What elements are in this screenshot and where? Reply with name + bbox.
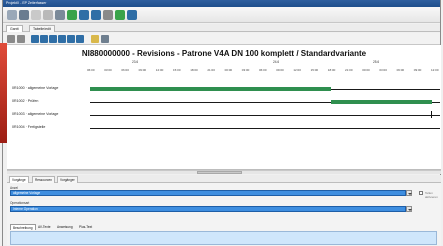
- open-icon[interactable]: [19, 10, 29, 20]
- row-label: 0R1004 · Fertigstelle: [12, 125, 46, 129]
- chevron-down-icon[interactable]: [406, 190, 412, 196]
- field1-select[interactable]: allgemeine Vorlage: [10, 190, 412, 196]
- last-icon[interactable]: [76, 35, 84, 43]
- prev-small-icon[interactable]: [49, 35, 57, 43]
- back-icon[interactable]: [79, 10, 89, 20]
- time-tick: 03:00: [104, 68, 112, 72]
- tab-tabelle[interactable]: Tabelle/edit: [29, 25, 55, 32]
- time-tick: 12:00: [293, 68, 301, 72]
- time-tick: 09:00: [413, 68, 422, 72]
- time-tick: 21:00: [207, 68, 215, 72]
- time-tick: 06:00: [396, 68, 405, 72]
- row-label: 0R1002 · Prüfen: [12, 99, 39, 103]
- time-tick: 15:00: [173, 68, 181, 72]
- tab-vorgaenger[interactable]: Vorgänger: [57, 176, 78, 183]
- field2-select[interactable]: Interne Operation: [10, 206, 412, 212]
- title-bar: ProjektX - EP Zeiterfasser: [3, 0, 440, 7]
- detail-tabs: Vorgänge Ressourcen Vorgänger: [7, 175, 441, 183]
- tab-beschreibung[interactable]: Beschreibung: [10, 224, 36, 230]
- text-tabs: Beschreibung AV-Texte Anweisung Plus-Tex…: [10, 224, 437, 231]
- ok-icon[interactable]: [115, 10, 125, 20]
- save-icon[interactable]: [31, 10, 41, 20]
- scroll-thumb[interactable]: [197, 171, 242, 174]
- new-icon[interactable]: [7, 10, 17, 20]
- tab-vorgaenge[interactable]: Vorgänge: [9, 176, 29, 183]
- next-icon[interactable]: [127, 10, 137, 20]
- tab-gantt[interactable]: Gantt: [6, 25, 23, 32]
- zoom-in-icon[interactable]: [17, 35, 25, 43]
- chart-title: NI880000000 - Revisions - Patrone V4A DN…: [81, 49, 367, 58]
- time-tick: 09:00: [276, 68, 284, 72]
- date-label: 24.6: [273, 60, 280, 64]
- gantt-bar[interactable]: [331, 100, 432, 104]
- time-tick: 00:00: [362, 68, 370, 72]
- row-label: 0R1000 · allgemeine Vorlage: [12, 86, 59, 90]
- side-accent: [0, 43, 7, 143]
- chevron-down-icon[interactable]: [406, 206, 412, 212]
- zoom-out-icon[interactable]: [7, 35, 15, 43]
- settings-icon[interactable]: [55, 10, 65, 20]
- time-tick: 03:00: [379, 68, 387, 72]
- time-tick: 12:00: [155, 68, 164, 72]
- forward-icon[interactable]: [91, 10, 101, 20]
- row-line: [90, 128, 440, 129]
- detail-panel: Anzel allgemeine Vorlage Tellen aktivier…: [7, 183, 441, 246]
- row-label: 0R1003 · allgemeine Vorlage: [12, 112, 59, 116]
- tab-plus-text[interactable]: Plus-Text: [77, 224, 94, 230]
- date-label: 25.6: [373, 60, 380, 64]
- time-tick: 18:00: [327, 68, 336, 72]
- time-tick: 09:00: [138, 68, 147, 72]
- refresh-icon[interactable]: [67, 10, 77, 20]
- time-tick: 18:00: [190, 68, 198, 72]
- row-line: [90, 115, 440, 116]
- print-icon[interactable]: [43, 10, 53, 20]
- gantt-toolbar: [3, 33, 440, 45]
- first-icon[interactable]: [31, 35, 39, 43]
- calendar-icon[interactable]: [91, 35, 99, 43]
- milestone-marker[interactable]: [431, 111, 432, 118]
- checkbox[interactable]: [419, 191, 423, 195]
- checkbox-label: Tellen aktivieren: [425, 191, 438, 199]
- next-small-icon[interactable]: [58, 35, 66, 43]
- gantt-chart: NI880000000 - Revisions - Patrone V4A DN…: [7, 45, 441, 170]
- app-window: ProjektX - EP Zeiterfasser Gantt Tabelle…: [0, 0, 441, 246]
- tab-ressourcen[interactable]: Ressourcen: [32, 176, 56, 183]
- prev-icon[interactable]: [40, 35, 48, 43]
- time-tick: 12:00: [431, 68, 439, 72]
- time-tick: 03:00: [241, 68, 250, 72]
- description-textarea[interactable]: [10, 231, 437, 245]
- field2-label: Operationsart: [10, 201, 30, 205]
- main-toolbar: [3, 7, 440, 23]
- time-tick: 06:00: [259, 68, 267, 72]
- view-tabs: Gantt Tabelle/edit: [3, 24, 440, 32]
- table-icon[interactable]: [101, 35, 109, 43]
- date-label: 23.6: [132, 60, 139, 64]
- horizontal-scrollbar[interactable]: [7, 170, 441, 174]
- next-page-icon[interactable]: [67, 35, 75, 43]
- time-tick: 15:00: [310, 68, 319, 72]
- tab-anweisung[interactable]: Anweisung: [55, 224, 75, 230]
- time-tick: 00:00: [224, 68, 233, 72]
- tab-av-texte[interactable]: AV-Texte: [36, 224, 53, 230]
- tools-icon[interactable]: [103, 10, 113, 20]
- gantt-bar[interactable]: [90, 87, 331, 91]
- window-title: ProjektX - EP Zeiterfasser: [6, 1, 47, 5]
- time-tick: 06:00: [121, 68, 129, 72]
- time-tick: 06:00: [87, 68, 95, 72]
- time-tick: 21:00: [345, 68, 353, 72]
